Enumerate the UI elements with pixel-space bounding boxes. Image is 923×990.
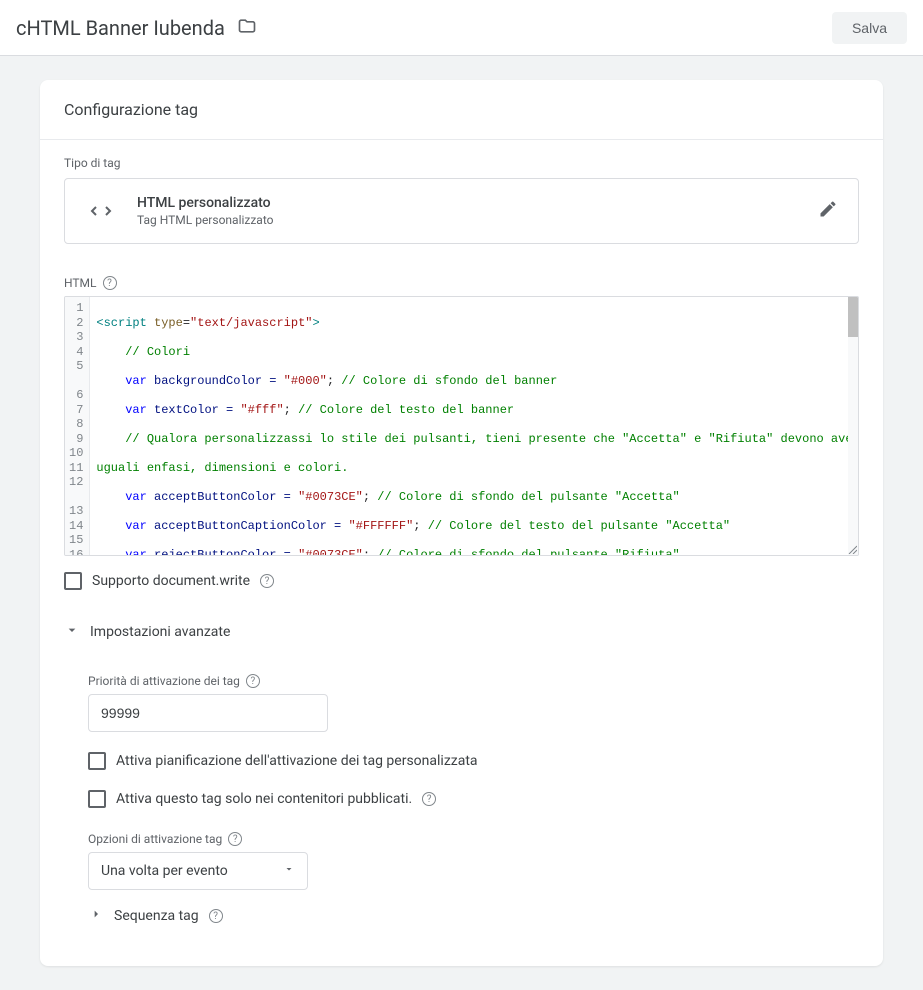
docwrite-row: Supporto document.write ? bbox=[40, 556, 883, 606]
page-title: cHTML Banner Iubenda bbox=[16, 16, 225, 40]
options-select[interactable]: Una volta per evento bbox=[88, 852, 308, 890]
priority-label: Priorità di attivazione dei tag ? bbox=[88, 674, 859, 688]
code-editor[interactable]: 1234567891011121314151617 <script type="… bbox=[64, 296, 859, 556]
sequence-header[interactable]: Sequenza tag ? bbox=[64, 890, 883, 942]
help-icon[interactable]: ? bbox=[422, 792, 436, 806]
custom-schedule-checkbox[interactable] bbox=[88, 752, 106, 770]
resize-icon[interactable] bbox=[845, 542, 857, 554]
code-icon bbox=[85, 195, 117, 227]
config-card: Configurazione tag Tipo di tag HTML pers… bbox=[40, 80, 883, 966]
save-button[interactable]: Salva bbox=[832, 12, 907, 44]
advanced-header[interactable]: Impostazioni avanzate bbox=[40, 606, 883, 658]
docwrite-label: Supporto document.write bbox=[92, 573, 250, 589]
options-label: Opzioni di attivazione tag ? bbox=[88, 832, 859, 846]
help-icon[interactable]: ? bbox=[209, 909, 223, 923]
help-icon[interactable]: ? bbox=[260, 574, 274, 588]
advanced-content: Priorità di attivazione dei tag ? Attiva… bbox=[40, 674, 883, 890]
html-label: HTML ? bbox=[64, 276, 859, 290]
docwrite-checkbox[interactable] bbox=[64, 572, 82, 590]
topbar: cHTML Banner Iubenda Salva bbox=[0, 0, 923, 56]
line-gutter: 1234567891011121314151617 bbox=[65, 297, 90, 555]
help-icon[interactable]: ? bbox=[103, 276, 117, 290]
card-header: Configurazione tag bbox=[40, 80, 883, 140]
tag-type-title: HTML personalizzato bbox=[137, 195, 798, 211]
scroll-thumb[interactable] bbox=[848, 297, 858, 337]
help-icon[interactable]: ? bbox=[246, 674, 260, 688]
chevron-right-icon bbox=[88, 906, 104, 926]
chevron-down-icon bbox=[64, 622, 80, 642]
edit-icon[interactable] bbox=[818, 199, 838, 223]
published-only-checkbox[interactable] bbox=[88, 790, 106, 808]
code-content[interactable]: <script type="text/javascript"> // Color… bbox=[90, 297, 858, 555]
tag-type-label: Tipo di tag bbox=[64, 156, 859, 170]
chevron-down-icon bbox=[283, 863, 295, 879]
published-only-row: Attiva questo tag solo nei contenitori p… bbox=[88, 790, 859, 808]
folder-icon[interactable] bbox=[237, 16, 257, 40]
tag-type-subtitle: Tag HTML personalizzato bbox=[137, 213, 798, 227]
priority-input[interactable] bbox=[88, 694, 328, 732]
tag-type-section: Tipo di tag HTML personalizzato Tag HTML… bbox=[40, 140, 883, 260]
scrollbar[interactable] bbox=[848, 297, 858, 555]
custom-schedule-row: Attiva pianificazione dell'attivazione d… bbox=[88, 752, 859, 770]
help-icon[interactable]: ? bbox=[228, 832, 242, 846]
tag-type-box[interactable]: HTML personalizzato Tag HTML personalizz… bbox=[64, 178, 859, 244]
